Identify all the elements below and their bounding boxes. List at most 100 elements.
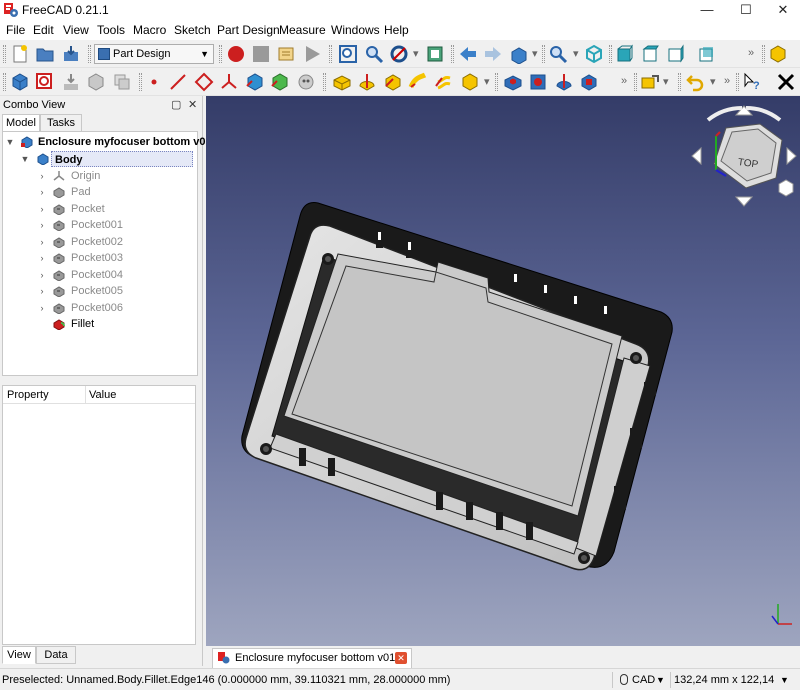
- expand-arrow-icon[interactable]: ›: [37, 300, 47, 316]
- toolbar-grip[interactable]: [736, 73, 739, 91]
- tree-item[interactable]: › Pocket002: [3, 234, 197, 250]
- float-panel-button[interactable]: ▢: [171, 98, 181, 111]
- dimension-display[interactable]: 132,24 mm x 122,14 mm ▼: [674, 672, 794, 688]
- toolbar-grip[interactable]: [762, 45, 765, 63]
- tree-item[interactable]: › Pocket003: [3, 250, 197, 266]
- front-view-icon[interactable]: [615, 44, 635, 64]
- navigation-cube[interactable]: TOP: [686, 100, 800, 212]
- menu-view[interactable]: View: [63, 23, 89, 37]
- close-panel-button[interactable]: ✕: [188, 98, 197, 111]
- local-coordinate-system-icon[interactable]: [219, 72, 239, 92]
- new-document-icon[interactable]: [10, 44, 30, 64]
- toolbar-grip[interactable]: [634, 73, 637, 91]
- toolbar-grip[interactable]: [3, 73, 6, 91]
- datum-plane-icon[interactable]: [194, 72, 214, 92]
- toolbar-grip[interactable]: [451, 45, 454, 63]
- expand-arrow-icon[interactable]: ›: [37, 184, 47, 200]
- fit-selection-icon[interactable]: [364, 44, 384, 64]
- fit-all-icon[interactable]: [338, 44, 358, 64]
- expand-arrow-icon[interactable]: ▼: [5, 134, 15, 150]
- check-geometry-icon[interactable]: [86, 72, 106, 92]
- tree-item[interactable]: › Pocket004: [3, 267, 197, 283]
- toolbar-overflow[interactable]: »: [748, 47, 754, 59]
- tab-data[interactable]: Data: [36, 646, 76, 664]
- tree-item[interactable]: › Pocket006: [3, 300, 197, 316]
- draw-style-icon[interactable]: [389, 44, 409, 64]
- shape-binder-icon[interactable]: [245, 72, 265, 92]
- create-clone-icon[interactable]: [296, 72, 316, 92]
- forward-arrow-icon[interactable]: [483, 44, 503, 64]
- undo-icon[interactable]: [686, 72, 706, 92]
- menu-windows[interactable]: Windows: [331, 23, 380, 37]
- tab-tasks[interactable]: Tasks: [40, 114, 82, 132]
- additive-loft-icon[interactable]: [383, 72, 403, 92]
- part-container-icon[interactable]: [768, 44, 788, 64]
- validate-sketch-icon[interactable]: [61, 72, 81, 92]
- measure-icon[interactable]: [640, 72, 660, 92]
- menu-edit[interactable]: Edit: [33, 23, 54, 37]
- toolbar-grip[interactable]: [323, 73, 326, 91]
- expand-arrow-icon[interactable]: ›: [37, 250, 47, 266]
- tree-item[interactable]: › Pocket001: [3, 217, 197, 233]
- groove-icon[interactable]: [554, 72, 574, 92]
- tree-item[interactable]: › Pocket005: [3, 283, 197, 299]
- navigation-style-selector[interactable]: CAD ▼: [618, 672, 668, 688]
- create-body-icon[interactable]: [10, 72, 30, 92]
- expand-arrow-icon[interactable]: ›: [37, 283, 47, 299]
- close-icon[interactable]: [776, 72, 796, 92]
- toolbar-grip[interactable]: [139, 73, 142, 91]
- toolbar-grip[interactable]: [609, 45, 612, 63]
- tree-body-row[interactable]: ▼ Body: [3, 151, 197, 167]
- expand-arrow-icon[interactable]: ›: [37, 201, 47, 217]
- toolbar-grip[interactable]: [495, 73, 498, 91]
- chevron-down-icon[interactable]: ▾: [663, 75, 669, 88]
- menu-sketch[interactable]: Sketch: [174, 23, 211, 37]
- edit-macro-icon[interactable]: [277, 44, 297, 64]
- menu-file[interactable]: File: [6, 23, 25, 37]
- additive-primitive-icon[interactable]: [460, 72, 480, 92]
- sub-shape-binder-icon[interactable]: [270, 72, 290, 92]
- toolbar-grip[interactable]: [3, 45, 6, 63]
- minimize-button[interactable]: —: [690, 0, 724, 20]
- close-button[interactable]: ✕: [766, 0, 800, 20]
- document-tab[interactable]: Enclosure myfocuser bottom v01 : 1* ✕: [212, 648, 412, 682]
- menu-macro[interactable]: Macro: [133, 23, 166, 37]
- right-view-icon[interactable]: [666, 44, 686, 64]
- toolbar-grip[interactable]: [329, 45, 332, 63]
- maximize-button[interactable]: ☐: [729, 0, 763, 20]
- expand-arrow-icon[interactable]: ▼: [20, 151, 30, 167]
- tab-model[interactable]: Model: [2, 114, 40, 132]
- tree-item[interactable]: › Origin: [3, 168, 197, 184]
- zoom-icon[interactable]: [548, 44, 568, 64]
- revolution-icon[interactable]: [357, 72, 377, 92]
- bounding-box-icon[interactable]: [425, 44, 445, 64]
- create-sketch-icon[interactable]: [35, 72, 55, 92]
- chevron-down-icon[interactable]: ▾: [484, 75, 490, 88]
- additive-helix-icon[interactable]: [434, 72, 454, 92]
- save-icon[interactable]: [61, 44, 81, 64]
- value-column-header[interactable]: Value: [89, 389, 116, 401]
- std-views-icon[interactable]: [509, 44, 529, 64]
- menu-help[interactable]: Help: [384, 23, 409, 37]
- toolbar-grip[interactable]: [88, 45, 91, 63]
- expand-arrow-icon[interactable]: ›: [37, 168, 47, 184]
- toolbar-overflow[interactable]: »: [621, 75, 627, 87]
- chevron-down-icon[interactable]: ▾: [413, 47, 419, 60]
- property-column-header[interactable]: Property: [7, 389, 49, 401]
- datum-line-icon[interactable]: [168, 72, 188, 92]
- back-arrow-icon[interactable]: [458, 44, 478, 64]
- pocket-icon[interactable]: [503, 72, 523, 92]
- run-macro-icon[interactable]: [302, 44, 322, 64]
- toolbar-overflow[interactable]: »: [724, 75, 730, 87]
- expand-arrow-icon[interactable]: ›: [37, 217, 47, 233]
- top-view-icon[interactable]: [641, 44, 661, 64]
- toolbar-grip[interactable]: [219, 45, 222, 63]
- tree-document-row[interactable]: ▼ Enclosure myfocuser bottom v01: [3, 134, 212, 150]
- whats-this-help-icon[interactable]: ?: [742, 72, 762, 92]
- expand-arrow-icon[interactable]: ›: [37, 267, 47, 283]
- hole-icon[interactable]: [528, 72, 548, 92]
- toolbar-grip[interactable]: [678, 73, 681, 91]
- stop-macro-icon[interactable]: [251, 44, 271, 64]
- tree-item[interactable]: › Pocket: [3, 201, 197, 217]
- open-folder-icon[interactable]: [35, 44, 55, 64]
